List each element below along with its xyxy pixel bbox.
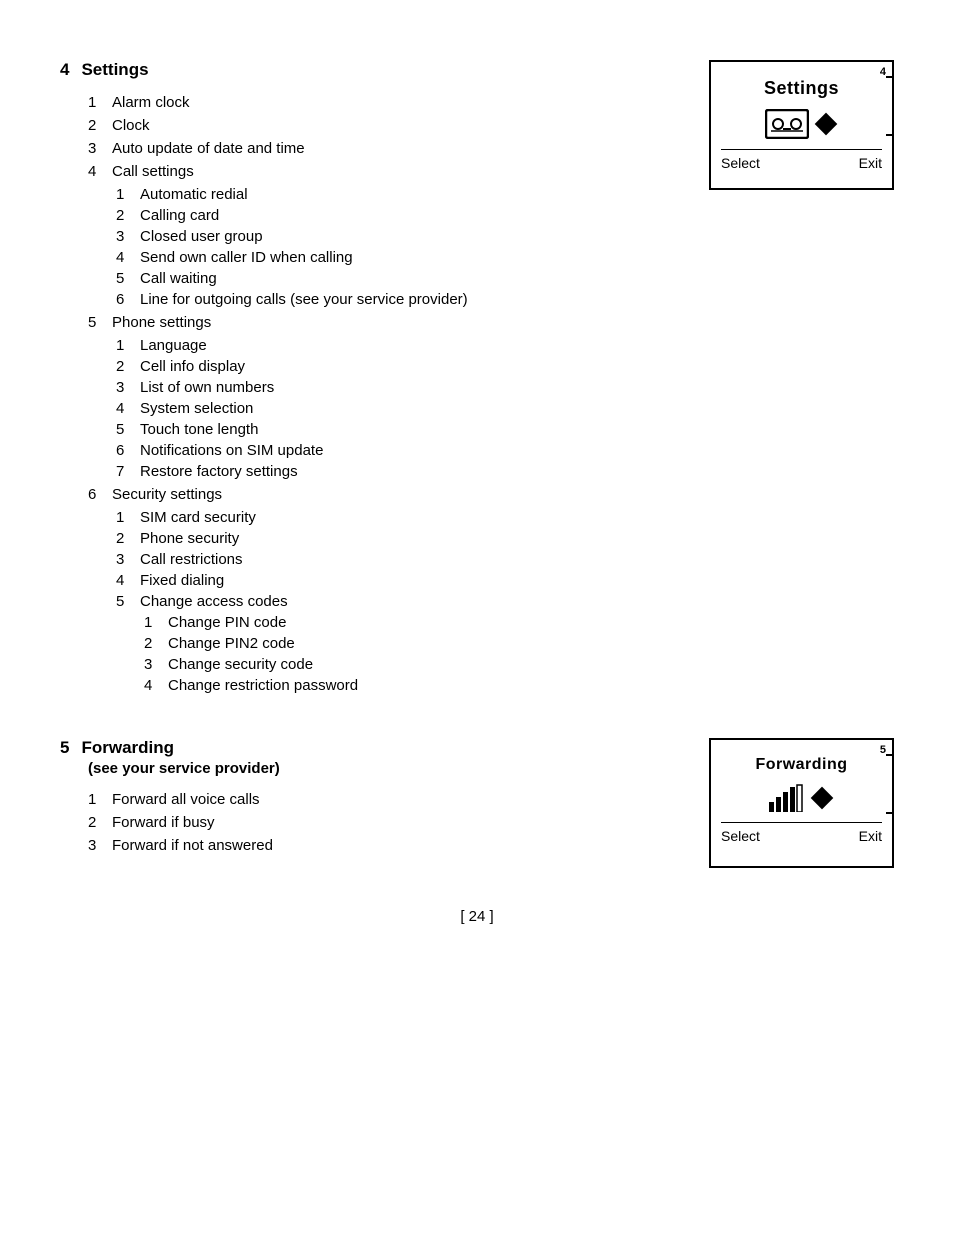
- list-item: 1 Change PIN code: [116, 614, 689, 631]
- section5-left: 5 Forwarding (see your service provider)…: [60, 738, 689, 860]
- section4-left: 4 Settings 1 Alarm clock 2 Clock: [60, 60, 689, 698]
- item-text: List of own numbers: [140, 379, 274, 396]
- item-text: Security settings: [112, 486, 222, 503]
- list-item: 5 Call waiting: [88, 270, 689, 287]
- item-text: Change access codes: [140, 593, 288, 610]
- list-item: 4 Call settings: [60, 163, 689, 180]
- list-item: 2 Change PIN2 code: [116, 635, 689, 652]
- mockup-footer: Select Exit: [721, 822, 882, 844]
- mockup-title: Settings: [721, 78, 882, 99]
- diamond-icon: [809, 785, 835, 811]
- list-item: 4 Fixed dialing: [88, 572, 689, 589]
- item-text: Fixed dialing: [140, 572, 224, 589]
- item-text: Change security code: [168, 656, 313, 673]
- item-text: Forward if busy: [112, 814, 215, 831]
- item-text: Call waiting: [140, 270, 217, 287]
- item-text: Touch tone length: [140, 421, 258, 438]
- list-item: 5 Change access codes: [88, 593, 689, 610]
- item-text: Change restriction password: [168, 677, 358, 694]
- page-number: [ 24 ]: [460, 908, 493, 925]
- item-text: Call settings: [112, 163, 194, 180]
- list-item: 2 Phone security: [88, 530, 689, 547]
- call-settings-sublist: 1 Automatic redial 2 Calling card 3 Clos…: [60, 186, 689, 308]
- mockup-title: Forwarding: [721, 756, 882, 774]
- item-text: Clock: [112, 117, 150, 134]
- list-item: 4 Send own caller ID when calling: [88, 249, 689, 266]
- item-text: Phone security: [140, 530, 239, 547]
- item-text: Language: [140, 337, 207, 354]
- mockup-select-label: Select: [721, 828, 760, 844]
- list-item: 4 Change restriction password: [116, 677, 689, 694]
- list-item: 3 Forward if not answered: [60, 837, 689, 854]
- section5-title: Forwarding: [81, 738, 174, 758]
- list-item: 3 Call restrictions: [88, 551, 689, 568]
- list-item: 7 Restore factory settings: [88, 463, 689, 480]
- item-text: Forward all voice calls: [112, 791, 260, 808]
- item-text: Line for outgoing calls (see your servic…: [140, 291, 468, 308]
- mockup-bracket: [886, 754, 894, 814]
- item-text: Closed user group: [140, 228, 263, 245]
- mockup-bracket: [886, 76, 894, 136]
- section4-list: 1 Alarm clock 2 Clock 3 Auto update of d…: [60, 94, 689, 180]
- item-text: Auto update of date and time: [112, 140, 305, 157]
- mockup-footer: Select Exit: [721, 149, 882, 171]
- section5-subtitle: (see your service provider): [88, 760, 280, 777]
- list-item: 3 Change security code: [116, 656, 689, 673]
- item-text: Restore factory settings: [140, 463, 298, 480]
- list-item: 5 Touch tone length: [88, 421, 689, 438]
- forwarding-phone-mockup: 5 Forwarding: [709, 738, 894, 868]
- section4-number: 4: [60, 60, 69, 80]
- list-item: 3 List of own numbers: [88, 379, 689, 396]
- list-item: 3 Auto update of date and time: [60, 140, 689, 157]
- item-text: Forward if not answered: [112, 837, 273, 854]
- item-text: Notifications on SIM update: [140, 442, 323, 459]
- list-item: 1 Language: [88, 337, 689, 354]
- item-text: Automatic redial: [140, 186, 248, 203]
- list-item: 2 Cell info display: [88, 358, 689, 375]
- section5-list: 1 Forward all voice calls 2 Forward if b…: [60, 791, 689, 854]
- item-text: Phone settings: [112, 314, 211, 331]
- mockup-icons: [721, 109, 882, 139]
- item-text: Send own caller ID when calling: [140, 249, 353, 266]
- signal-icon: [769, 784, 803, 812]
- change-access-codes-sublist: 1 Change PIN code 2 Change PIN2 code 3 C…: [88, 614, 689, 694]
- item-text: SIM card security: [140, 509, 256, 526]
- list-item: 5 Phone settings: [60, 314, 689, 331]
- list-item: 2 Calling card: [88, 207, 689, 224]
- list-item: 6 Line for outgoing calls (see your serv…: [88, 291, 689, 308]
- mockup-select-label: Select: [721, 155, 760, 171]
- list-item: 1 SIM card security: [88, 509, 689, 526]
- section4-title: Settings: [81, 60, 148, 80]
- phone-settings-sublist: 1 Language 2 Cell info display 3 List of…: [60, 337, 689, 480]
- list-item: 1 Forward all voice calls: [60, 791, 689, 808]
- list-item: 6 Notifications on SIM update: [88, 442, 689, 459]
- item-text: Cell info display: [140, 358, 245, 375]
- list-item: 4 System selection: [88, 400, 689, 417]
- item-text: Call restrictions: [140, 551, 243, 568]
- list-item: 6 Security settings: [60, 486, 689, 503]
- page-content: 4 Settings 1 Alarm clock 2 Clock: [60, 40, 894, 925]
- section5-number: 5: [60, 738, 69, 758]
- item-text: Calling card: [140, 207, 219, 224]
- mockup-icons: [721, 784, 882, 812]
- mockup-exit-label: Exit: [859, 155, 882, 171]
- section-5: 5 Forwarding (see your service provider)…: [60, 738, 894, 868]
- list-item: 1 Alarm clock: [60, 94, 689, 111]
- list-item: 3 Closed user group: [88, 228, 689, 245]
- item-text: Change PIN2 code: [168, 635, 295, 652]
- page-footer: [ 24 ]: [60, 908, 894, 925]
- list-item: 2 Forward if busy: [60, 814, 689, 831]
- mockup-exit-label: Exit: [859, 828, 882, 844]
- item-text: System selection: [140, 400, 253, 417]
- item-text: Alarm clock: [112, 94, 190, 111]
- item-text: Change PIN code: [168, 614, 286, 631]
- diamond-icon: [813, 111, 839, 137]
- cassette-icon: [765, 109, 809, 139]
- section-4: 4 Settings 1 Alarm clock 2 Clock: [60, 60, 894, 698]
- settings-phone-mockup: 4 Settings: [709, 60, 894, 190]
- list-item: 1 Automatic redial: [88, 186, 689, 203]
- security-settings-sublist: 1 SIM card security 2 Phone security 3 C…: [60, 509, 689, 694]
- list-item: 2 Clock: [60, 117, 689, 134]
